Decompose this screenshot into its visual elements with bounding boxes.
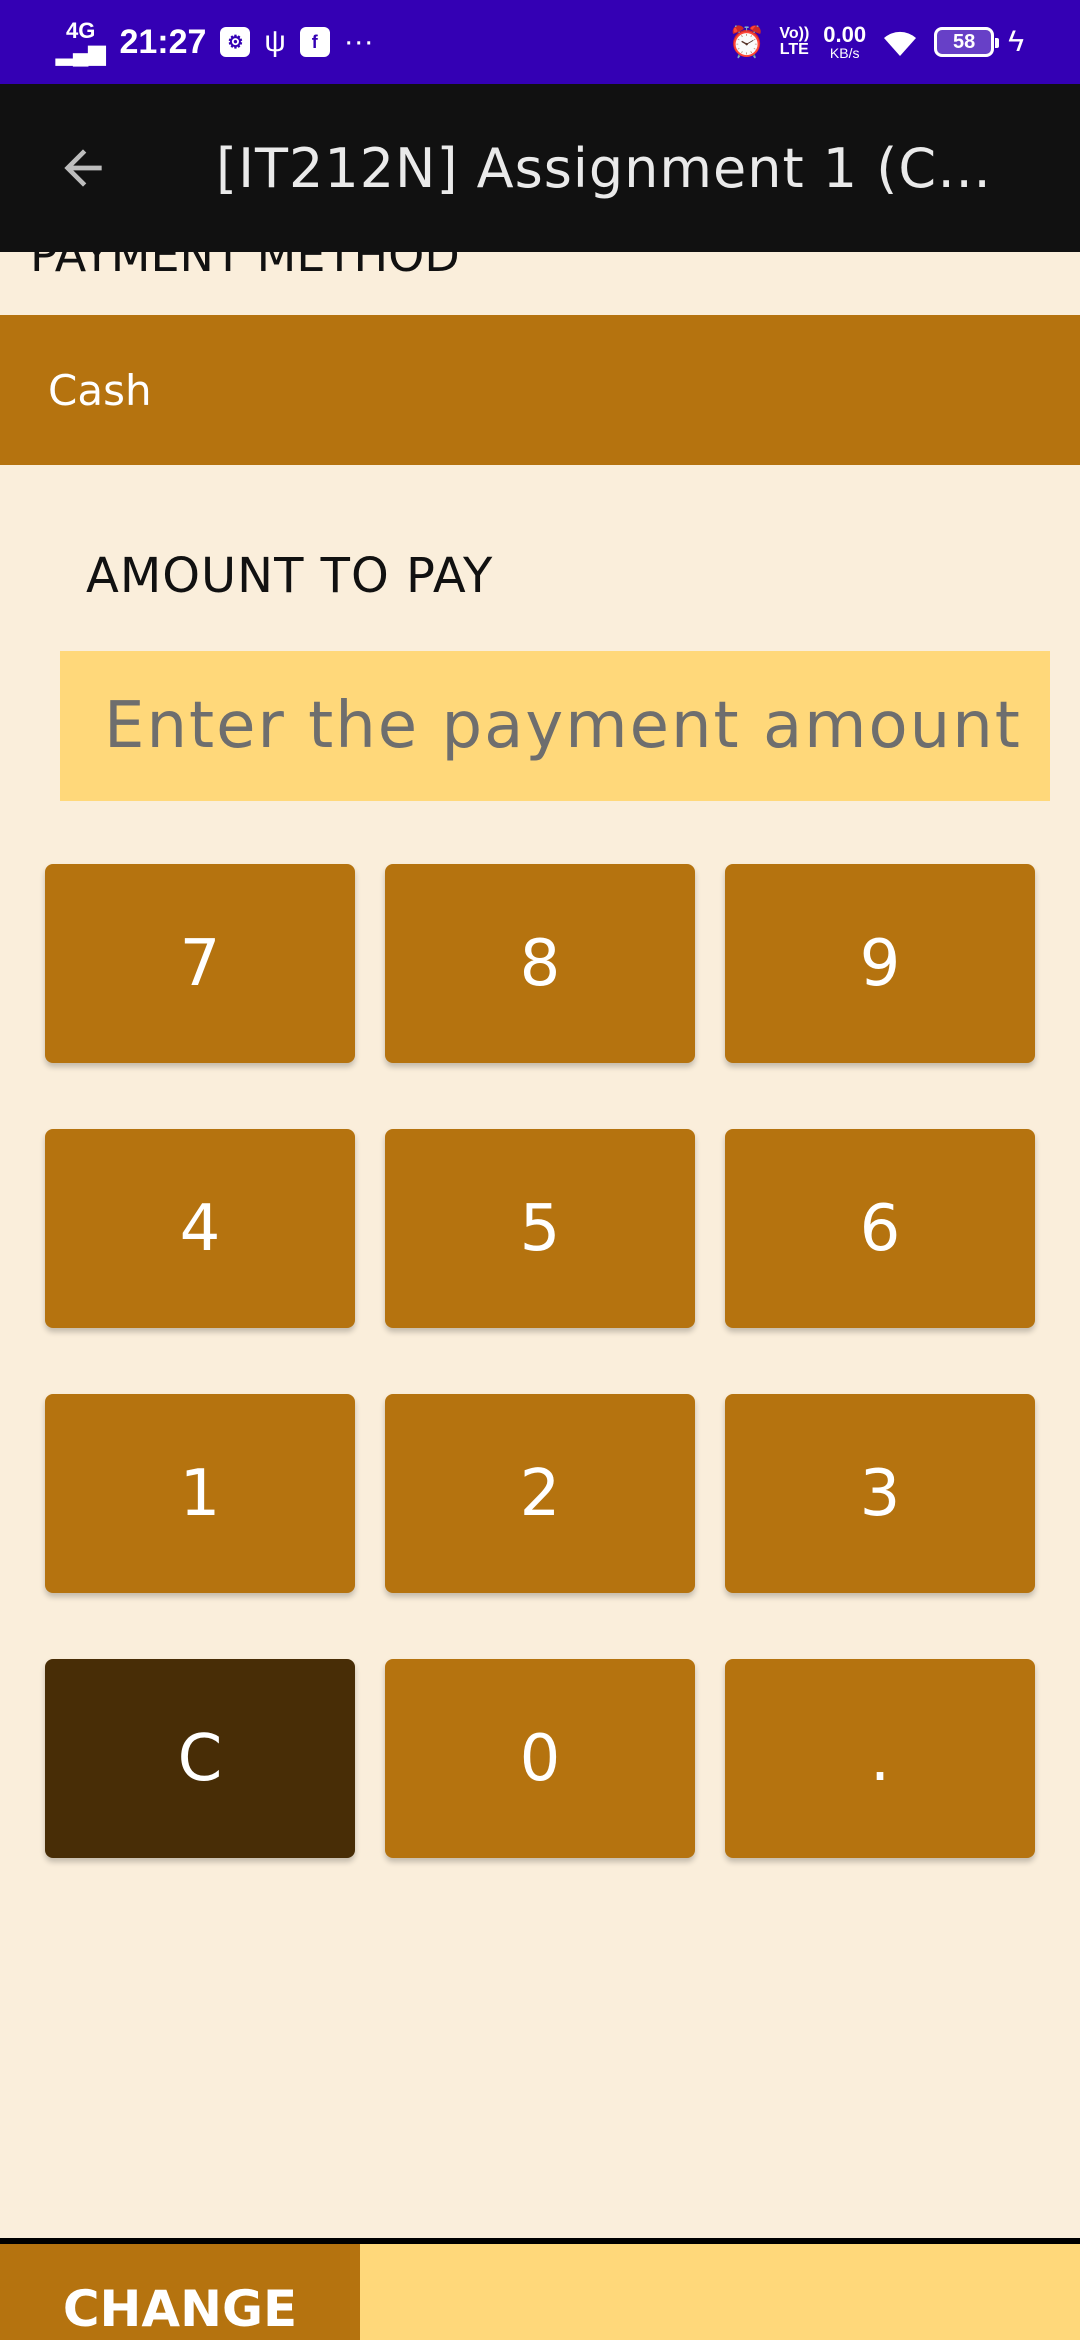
wifi-icon bbox=[884, 31, 917, 56]
status-bar: 4G ▂▄▆ 21:27 ⚙ ψ f ··· ⏰ Vo)) LTE 0.00 KB… bbox=[0, 0, 1080, 84]
battery-level: 58 bbox=[952, 30, 976, 53]
key-3[interactable]: 3 bbox=[725, 1394, 1035, 1593]
app-toolbar: [IT212N] Assignment 1 (Ch... bbox=[0, 84, 1080, 252]
battery-icon: 58 bbox=[934, 27, 1000, 57]
key-2[interactable]: 2 bbox=[385, 1394, 695, 1593]
network-type: 4G bbox=[66, 18, 96, 43]
more-notifications-icon: ··· bbox=[343, 25, 374, 58]
change-value bbox=[360, 2244, 1080, 2340]
key-8[interactable]: 8 bbox=[385, 864, 695, 1063]
alarm-icon: ⏰ bbox=[728, 25, 766, 59]
usb-debug-icon: ⚙ bbox=[220, 27, 251, 57]
charging-icon: ϟ bbox=[1008, 25, 1024, 58]
arrow-left-icon bbox=[64, 149, 102, 187]
clear-key[interactable]: C bbox=[45, 1659, 355, 1858]
status-time: 21:27 bbox=[119, 22, 207, 61]
key-1[interactable]: 1 bbox=[45, 1394, 355, 1593]
key-decimal[interactable]: . bbox=[725, 1659, 1035, 1858]
key-6[interactable]: 6 bbox=[725, 1129, 1035, 1328]
key-9[interactable]: 9 bbox=[725, 864, 1035, 1063]
volte-icon: Vo)) LTE bbox=[779, 25, 810, 58]
key-4[interactable]: 4 bbox=[45, 1129, 355, 1328]
usb-icon: ψ bbox=[264, 25, 286, 58]
amount-label: AMOUNT TO PAY bbox=[86, 548, 494, 604]
page-title: [IT212N] Assignment 1 (Ch... bbox=[216, 136, 996, 200]
key-0[interactable]: 0 bbox=[385, 1659, 695, 1858]
amount-input[interactable] bbox=[60, 651, 1050, 801]
change-label: CHANGE bbox=[0, 2244, 360, 2340]
payment-method-select[interactable]: Cash bbox=[0, 315, 1080, 465]
key-5[interactable]: 5 bbox=[385, 1129, 695, 1328]
payment-method-value: Cash bbox=[48, 365, 152, 415]
back-button[interactable] bbox=[18, 84, 148, 252]
key-7[interactable]: 7 bbox=[45, 864, 355, 1063]
signal-icon: 4G ▂▄▆ bbox=[56, 18, 106, 65]
network-speed: 0.00 KB/s bbox=[823, 22, 867, 62]
facebook-icon: f bbox=[299, 27, 330, 57]
